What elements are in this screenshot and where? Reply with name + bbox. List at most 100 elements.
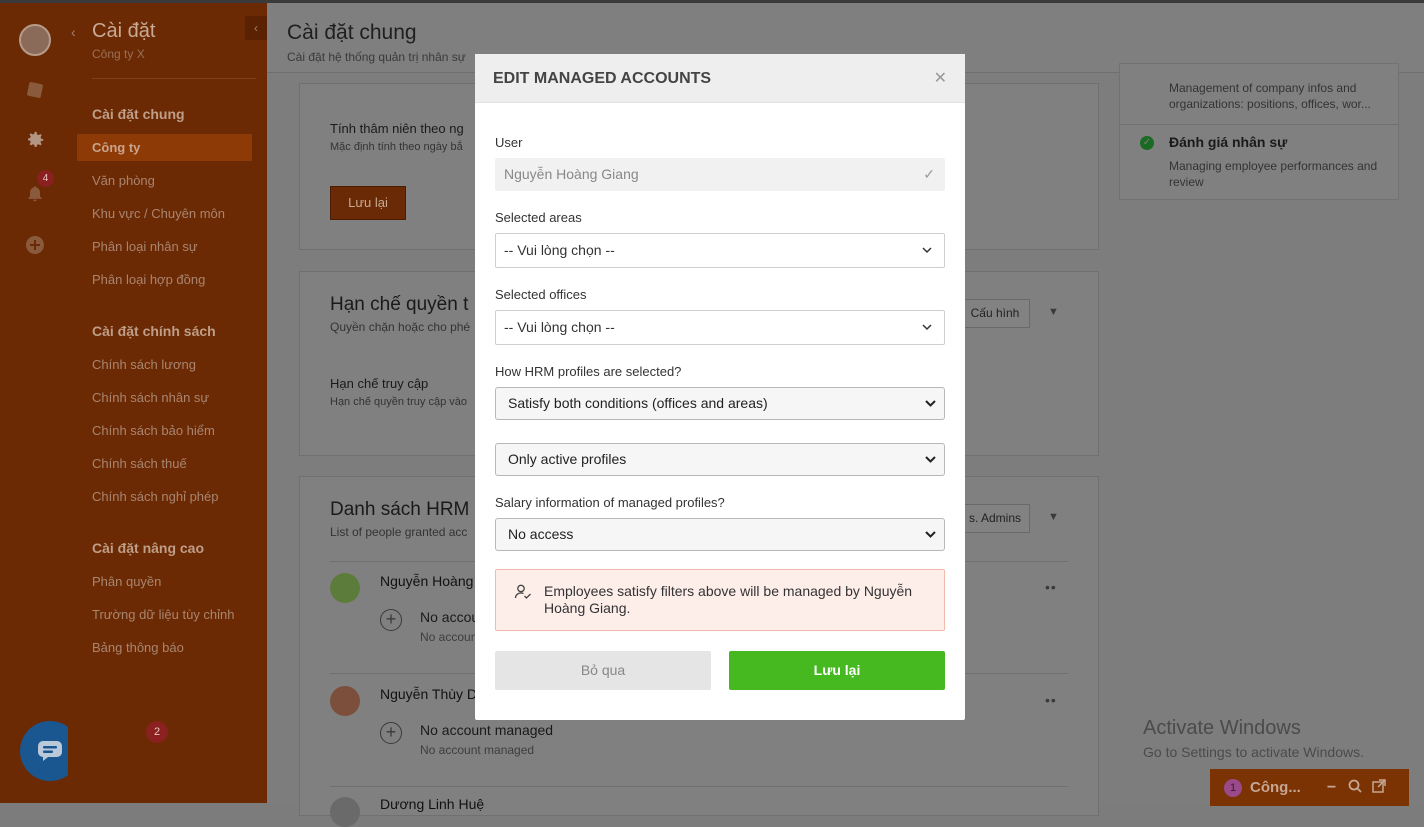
sidebar-item-hr-policy[interactable]: Chính sách nhân sự: [77, 384, 252, 411]
module-desc: Management of company infos and organiza…: [1169, 81, 1371, 111]
user-field: Nguyễn Hoàng Giang ✓: [495, 158, 945, 191]
plus-circle-icon[interactable]: [22, 232, 48, 258]
hrm-row-name: Nguyễn Hoàng: [380, 573, 474, 589]
avatar: [330, 573, 360, 603]
config-caret-icon[interactable]: ▼: [1048, 306, 1059, 318]
gear-icon[interactable]: [22, 127, 48, 153]
row-menu-icon[interactable]: ••: [1045, 579, 1057, 595]
hrm-selection-value: Satisfy both conditions (offices and are…: [508, 395, 768, 411]
hrm-row-line2: No account managed: [420, 743, 535, 757]
notification-badge: 4: [37, 170, 54, 187]
activate-windows-watermark: Activate Windows Go to Settings to activ…: [1143, 717, 1364, 760]
sidebar-item-salary-policy[interactable]: Chính sách lương: [77, 351, 252, 378]
profile-status-select[interactable]: Only active profiles: [495, 443, 945, 476]
sidebar-item-company[interactable]: Công ty: [77, 134, 252, 161]
hrm-selection-select[interactable]: Satisfy both conditions (offices and are…: [495, 387, 945, 420]
search-icon[interactable]: [1348, 779, 1362, 797]
chevron-down-icon: [922, 234, 932, 267]
seniority-label: Tính thâm niên theo ng: [330, 121, 464, 136]
hrm-row-name: Nguyễn Thùy D: [380, 686, 478, 702]
salary-label: Salary information of managed profiles?: [495, 495, 725, 510]
user-check-icon: [514, 583, 532, 601]
hrm-separator: [330, 786, 1068, 787]
sidebar-group-policy: Cài đặt chính sách: [92, 323, 216, 339]
modal-header: EDIT MANAGED ACCOUNTS ✕: [475, 54, 965, 103]
settings-sidebar: ‹ Cài đặt Công ty X ‹ Cài đặt chung Công…: [68, 0, 267, 803]
sidebar-item-contract-type[interactable]: Phân loại hợp đồng: [77, 266, 252, 293]
avatar: [330, 686, 360, 716]
sidebar-item-permissions[interactable]: Phân quyền: [77, 568, 252, 595]
app-icon[interactable]: [22, 77, 48, 103]
info-notice: Employees satisfy filters above will be …: [495, 569, 945, 631]
restrict-desc: Quyền chặn hoặc cho phé: [330, 320, 471, 334]
salary-value: No access: [508, 526, 574, 542]
check-icon: ✓: [1140, 136, 1154, 150]
add-account-icon[interactable]: +: [380, 609, 402, 631]
sidebar-item-office[interactable]: Văn phòng: [77, 167, 252, 194]
chevron-down-icon: [925, 388, 936, 419]
row-menu-icon[interactable]: ••: [1045, 692, 1057, 708]
sidebar-item-notice-board[interactable]: Bảng thông báo: [77, 634, 252, 661]
chevron-down-icon: [925, 444, 936, 475]
mini-bar-count: 1: [1224, 778, 1242, 797]
popout-icon[interactable]: [1372, 778, 1386, 797]
sidebar-item-insurance-policy[interactable]: Chính sách bảo hiểm: [77, 417, 252, 444]
hrm-row-line2: No accoun: [420, 630, 478, 644]
restrict-item-desc: Hạn chế quyền truy cập vào: [330, 396, 467, 408]
activate-subtitle: Go to Settings to activate Windows.: [1143, 744, 1364, 760]
sidebar-divider: [92, 78, 256, 79]
page-subtitle: Cài đặt hệ thống quản trị nhân sự: [287, 50, 466, 64]
hrm-title: Danh sách HRM: [330, 499, 470, 520]
info-text: Employees satisfy filters above will be …: [544, 583, 913, 616]
hrm-selection-label: How HRM profiles are selected?: [495, 364, 682, 379]
minimize-icon[interactable]: −: [1327, 779, 1336, 797]
page-title: Cài đặt chung: [287, 21, 417, 44]
profile-status-value: Only active profiles: [508, 451, 627, 467]
sidebar-item-custom-fields[interactable]: Trường dữ liệu tùy chỉnh: [77, 601, 252, 628]
sidebar-subtitle: Công ty X: [92, 47, 145, 61]
close-icon[interactable]: ✕: [934, 68, 947, 88]
save-button[interactable]: Lưu lại: [729, 651, 945, 690]
user-label: User: [495, 135, 523, 150]
module-title: Đánh giá nhân sự: [1169, 134, 1288, 150]
module-desc: Managing employee performances and revie…: [1169, 159, 1378, 189]
modal-title: EDIT MANAGED ACCOUNTS: [493, 70, 712, 87]
chevron-down-icon: [922, 311, 932, 344]
salary-select[interactable]: No access: [495, 518, 945, 551]
collapse-sidebar-button[interactable]: ‹: [245, 16, 267, 40]
hrm-row-line1: No account managed: [420, 722, 554, 738]
offices-label: Selected offices: [495, 287, 587, 302]
sidebar-item-area[interactable]: Khu vực / Chuyên môn: [77, 200, 252, 227]
avatar: [330, 797, 360, 827]
back-chevron-icon[interactable]: ‹: [71, 24, 76, 40]
chat-icon: [38, 741, 62, 761]
module-separator: [1120, 124, 1398, 125]
icon-rail: 4: [0, 0, 160, 803]
cancel-button[interactable]: Bỏ qua: [495, 651, 711, 690]
sidebar-item-tax-policy[interactable]: Chính sách thuế: [77, 450, 252, 477]
areas-select[interactable]: -- Vui lòng chọn --: [495, 233, 945, 268]
hrm-row-line1: No accou: [420, 609, 480, 625]
minimized-chat-bar[interactable]: 1 Công... −: [1210, 769, 1409, 806]
admins-button[interactable]: s. Admins: [960, 504, 1030, 533]
check-icon: ✓: [923, 166, 935, 182]
edit-managed-accounts-modal: EDIT MANAGED ACCOUNTS ✕ User Nguyễn Hoàn…: [475, 54, 965, 720]
seniority-desc: Mặc định tính theo ngày bắ: [330, 141, 463, 153]
config-button[interactable]: Cấu hình: [960, 299, 1030, 328]
admins-caret-icon[interactable]: ▼: [1048, 511, 1059, 523]
add-account-icon[interactable]: +: [380, 722, 402, 744]
top-line: [0, 0, 1424, 3]
hrm-row-name: Dương Linh Huệ: [380, 796, 485, 812]
user-value: Nguyễn Hoàng Giang: [504, 166, 639, 182]
sidebar-item-staff-type[interactable]: Phân loại nhân sự: [77, 233, 252, 260]
offices-placeholder: -- Vui lòng chọn --: [504, 319, 615, 335]
modules-card: Management of company infos and organiza…: [1119, 63, 1399, 200]
offices-select[interactable]: -- Vui lòng chọn --: [495, 310, 945, 345]
sidebar-title: Cài đặt: [92, 20, 156, 42]
sidebar-group-advanced: Cài đặt nâng cao: [92, 540, 205, 556]
restrict-title: Hạn chế quyền t: [330, 294, 469, 315]
avatar[interactable]: [19, 24, 51, 56]
sidebar-item-leave-policy[interactable]: Chính sách nghỉ phép: [77, 483, 252, 510]
areas-placeholder: -- Vui lòng chọn --: [504, 242, 615, 258]
seniority-save-button[interactable]: Lưu lại: [330, 186, 406, 220]
